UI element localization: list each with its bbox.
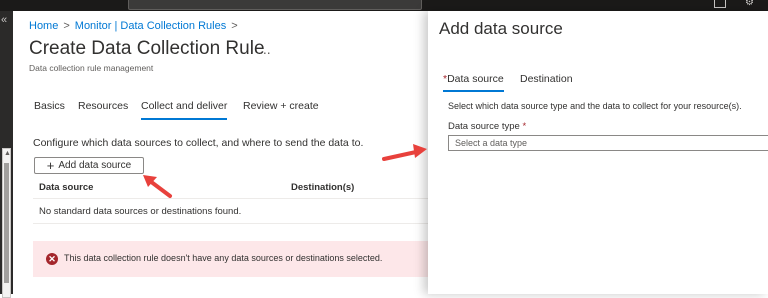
breadcrumb-home[interactable]: Home bbox=[29, 20, 58, 32]
red-arrow-icon bbox=[382, 144, 427, 161]
panel-title: Add data source bbox=[439, 19, 563, 38]
breadcrumb-separator: > bbox=[231, 20, 238, 32]
red-arrow-icon bbox=[143, 175, 172, 198]
portal-search-box[interactable] bbox=[128, 0, 422, 10]
error-circle-icon: ✕ bbox=[46, 253, 58, 265]
collect-intro-text: Configure which data sources to collect,… bbox=[33, 137, 364, 149]
page-title: Create Data Collection Rule bbox=[29, 38, 265, 59]
double-chevron-left-icon[interactable]: « bbox=[1, 15, 7, 26]
notifications-icon[interactable]: ⚙ bbox=[745, 0, 754, 8]
more-actions-button[interactable]: ... bbox=[259, 41, 271, 57]
breadcrumb-monitor-dcr[interactable]: Monitor | Data Collection Rules bbox=[75, 20, 226, 32]
tab-resources[interactable]: Resources bbox=[78, 100, 128, 118]
data-source-type-dropdown[interactable]: Select a data type bbox=[448, 135, 768, 151]
tab-basics[interactable]: Basics bbox=[34, 100, 65, 118]
page-subtitle: Data collection rule management bbox=[29, 63, 154, 73]
plus-icon: + bbox=[46, 158, 55, 173]
breadcrumb: Home > Monitor | Data Collection Rules > bbox=[29, 20, 243, 32]
grid-divider bbox=[33, 223, 428, 224]
scrollbar-thumb[interactable] bbox=[4, 163, 9, 283]
add-data-source-button[interactable]: + Add data source bbox=[34, 157, 144, 174]
cloud-shell-icon[interactable] bbox=[714, 0, 726, 8]
panel-tab-data-source[interactable]: *Data source bbox=[443, 73, 504, 92]
breadcrumb-separator: > bbox=[63, 20, 70, 32]
panel-tab-destination[interactable]: Destination bbox=[520, 73, 573, 90]
add-data-source-label: Add data source bbox=[58, 160, 132, 171]
add-data-source-panel: Add data source *Data source Destination… bbox=[428, 11, 768, 294]
data-source-type-label: Data source type * bbox=[448, 121, 526, 132]
scroll-up-icon[interactable]: ▲ bbox=[4, 150, 11, 158]
tab-collect-and-deliver[interactable]: Collect and deliver bbox=[141, 100, 228, 120]
error-message: This data collection rule doesn't have a… bbox=[64, 253, 383, 263]
panel-tab-data-source-label: Data source bbox=[447, 73, 504, 85]
left-nav: « ▲ bbox=[0, 11, 13, 298]
scrollbar[interactable]: ▲ bbox=[2, 148, 11, 298]
panel-description: Select which data source type and the da… bbox=[448, 101, 742, 111]
column-destinations: Destination(s) bbox=[291, 182, 355, 193]
required-marker: * bbox=[522, 121, 527, 132]
empty-grid-message: No standard data sources or destinations… bbox=[39, 206, 242, 217]
error-banner: ✕ This data collection rule doesn't have… bbox=[33, 241, 428, 277]
data-sources-grid-header: Data source Destination(s) bbox=[33, 177, 428, 199]
portal-top-bar: ⚙ bbox=[0, 0, 768, 11]
create-dcr-blade: Home > Monitor | Data Collection Rules > Cr… bbox=[13, 11, 428, 294]
data-source-type-label-text: Data source type bbox=[448, 121, 520, 132]
column-data-source: Data source bbox=[39, 182, 94, 193]
tab-review-create[interactable]: Review + create bbox=[243, 100, 319, 118]
